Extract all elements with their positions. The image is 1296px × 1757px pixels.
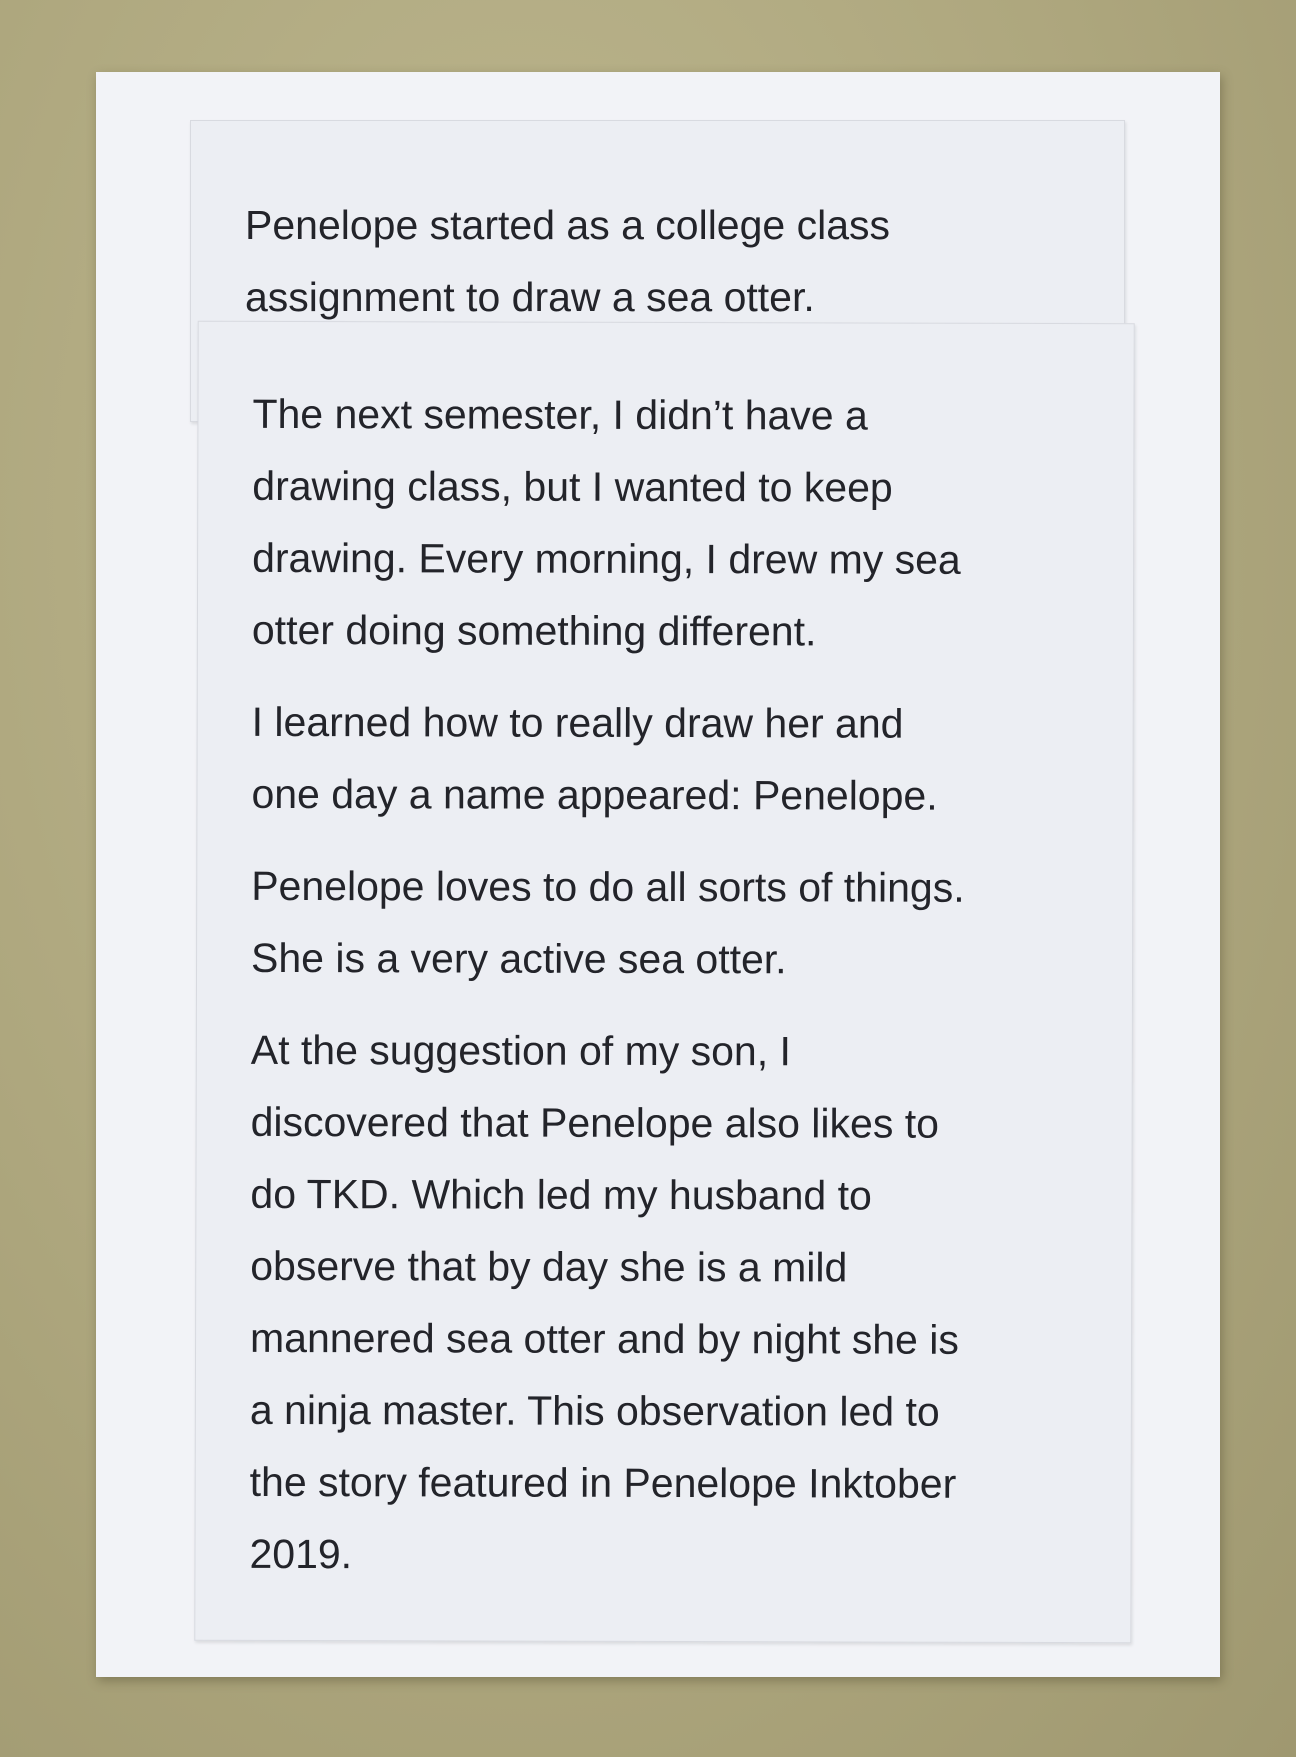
story-body: The next semester, I didn’t have a drawi… <box>249 378 966 1612</box>
story-card: The next semester, I didn’t have a drawi… <box>194 320 1135 1644</box>
story-paragraph-3: Penelope loves to do all sorts of things… <box>251 862 965 983</box>
intro-text: Penelope started as a college class assi… <box>245 202 891 320</box>
story-paragraph-4: At the suggestion of my son, I discovere… <box>249 1026 959 1578</box>
mounting-board: Penelope started as a college class assi… <box>96 72 1220 1677</box>
story-paragraph-1: The next semester, I didn’t have a drawi… <box>251 390 961 655</box>
story-paragraph-2: I learned how to really draw her and one… <box>251 698 938 819</box>
